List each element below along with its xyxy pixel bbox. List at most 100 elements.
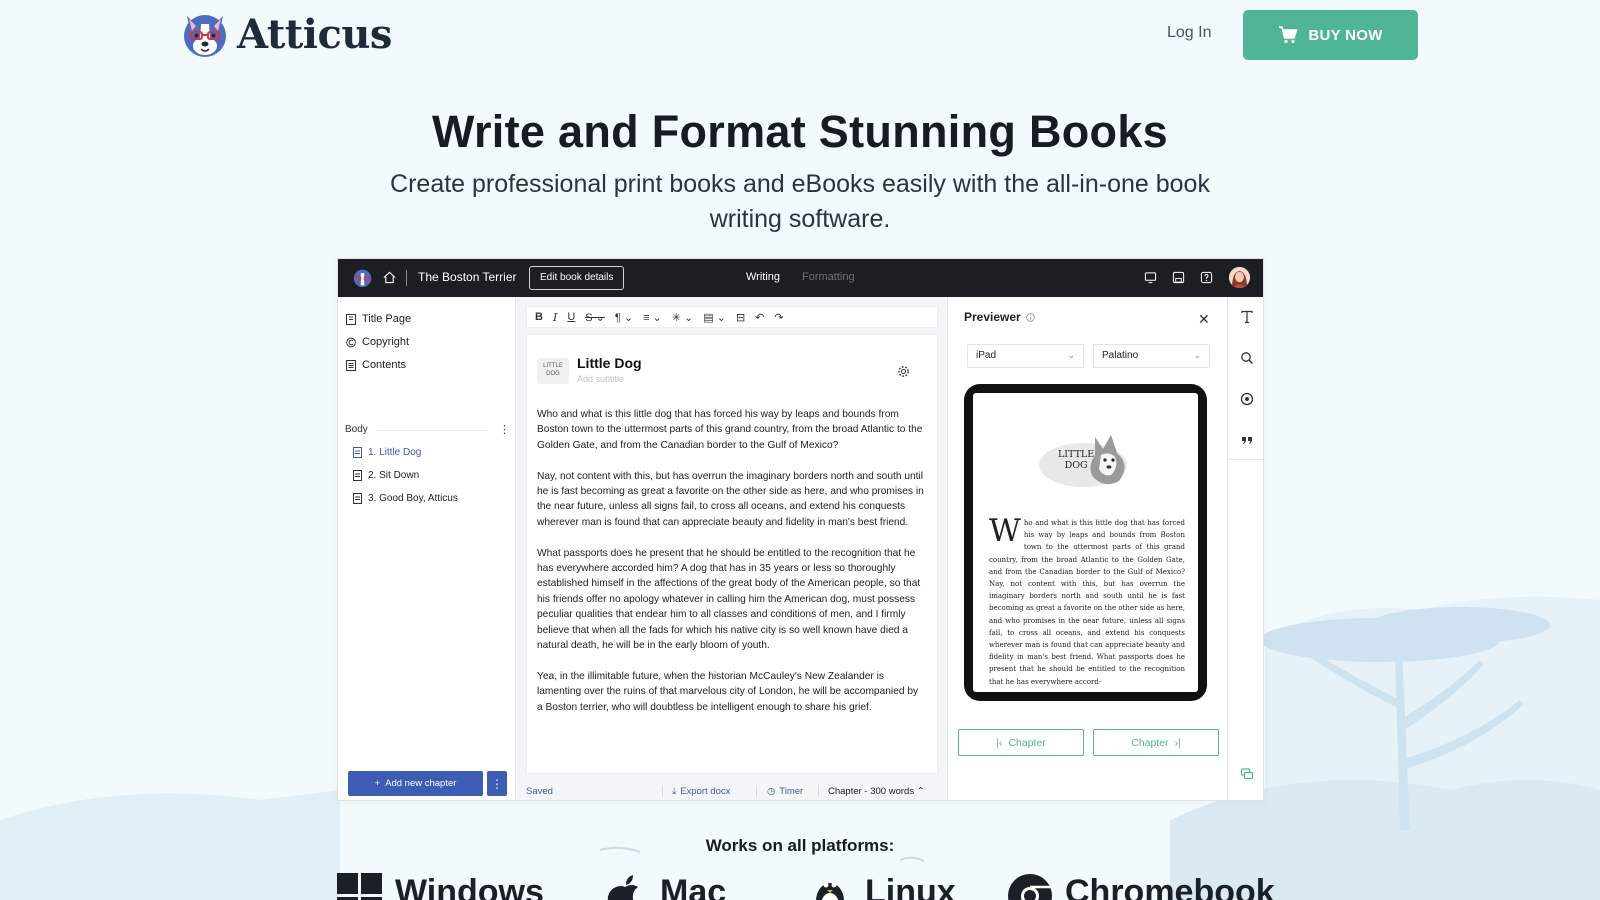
device-select[interactable]: iPad ⌄ [967, 344, 1084, 368]
paragraph: Who and what is this little dog that has… [537, 409, 923, 451]
quote-icon[interactable] [1240, 433, 1254, 447]
chat-icon[interactable] [1240, 767, 1254, 781]
subtitle-input[interactable]: Add subtitle [577, 374, 624, 384]
brand-name: Atticus [237, 10, 392, 58]
body-section-label: Body [345, 424, 368, 435]
chapter-image: LITTLE DOG [537, 358, 569, 384]
chapter-label: 1. Little Dog [368, 447, 422, 458]
chapter-item-3[interactable]: 3. Good Boy, Atticus [353, 493, 458, 504]
export-docx-button[interactable]: ⤓ Export docx [672, 786, 730, 797]
sidebar-item-copyright[interactable]: Copyright [346, 336, 409, 348]
linux-tux-icon [816, 882, 844, 900]
sync-icon[interactable] [1144, 271, 1157, 284]
chevron-right-icon: ›| [1174, 736, 1181, 749]
chapter-options-button[interactable]: ⋮ [487, 771, 507, 796]
paragraph: What passports does he present that he s… [537, 547, 921, 652]
format-toolbar: B I U S ⌄ ¶ ⌄ ≡ ⌄ ✳ ⌄ ▤ ⌄ ⊟ ↶ ↷ [526, 306, 938, 328]
tab-writing[interactable]: Writing [746, 271, 780, 283]
add-chapter-label: Add new chapter [385, 778, 457, 789]
add-new-chapter-button[interactable]: + Add new chapter [348, 771, 483, 796]
paragraph-icon[interactable]: ¶ ⌄ [615, 311, 633, 324]
saved-status: Saved [526, 785, 553, 797]
brand-logo[interactable]: Atticus [181, 10, 392, 58]
chapter-title[interactable]: Little Dog [577, 355, 642, 371]
editor-pane: B I U S ⌄ ¶ ⌄ ≡ ⌄ ✳ ⌄ ▤ ⌄ ⊟ ↶ ↷ LITTLE D… [516, 297, 946, 800]
sidebar-item-label: Contents [362, 359, 407, 371]
platform-mac: Mac [602, 873, 726, 900]
chapter-doc-icon [353, 447, 362, 458]
search-icon[interactable] [1240, 351, 1254, 365]
windows-logo-icon [337, 873, 382, 900]
copyright-icon [346, 337, 356, 347]
timer-button[interactable]: ◷ Timer [767, 786, 803, 797]
sidebar-item-label: Copyright [362, 336, 410, 348]
strikethrough-icon[interactable]: S ⌄ [585, 311, 605, 324]
gear-icon[interactable] [897, 365, 910, 378]
app-topbar: The Boston Terrier Edit book details Wri… [338, 259, 1263, 297]
ornament-icon[interactable]: ✳ ⌄ [672, 311, 694, 324]
preview-heading-line: LITTLE [1058, 449, 1095, 460]
platform-windows: Windows [337, 873, 544, 900]
platform-linux: Linux [807, 873, 956, 900]
timer-label: Timer [779, 785, 804, 797]
next-chapter-button[interactable]: Chapter ›| [1093, 729, 1219, 756]
chevron-down-icon: ⌄ [1067, 350, 1075, 360]
ipad-preview-screen[interactable]: LITTLE DOG W ho and what is this little … [973, 393, 1198, 692]
tab-formatting[interactable]: Formatting [802, 271, 855, 283]
edit-book-details-button[interactable]: Edit book details [529, 266, 625, 290]
app-logo-icon[interactable] [352, 267, 373, 288]
paragraph: Yea, in the illimitable future, when the… [537, 670, 919, 713]
font-value: Palatino [1102, 350, 1139, 361]
next-chapter-label: Chapter [1131, 736, 1169, 749]
chevron-down-icon: ⌄ [1193, 350, 1201, 360]
clock-icon: ◷ [767, 785, 776, 797]
save-icon[interactable] [1172, 271, 1185, 284]
word-count-label: Chapter - 300 words [828, 785, 915, 797]
chrome-logo-icon [1008, 874, 1052, 900]
chapter-item-2[interactable]: 2. Sit Down [353, 470, 419, 481]
chevron-up-icon: ⌃ [916, 785, 925, 797]
undo-icon[interactable]: ↶ [755, 311, 764, 324]
login-link[interactable]: Log In [1167, 24, 1211, 42]
theme-icon[interactable] [1240, 392, 1254, 406]
underline-icon[interactable]: U [567, 311, 575, 323]
home-icon[interactable] [383, 271, 396, 284]
platform-chromebook: Chromebook [1007, 873, 1275, 900]
help-icon[interactable] [1200, 271, 1213, 284]
ipad-device-frame: LITTLE DOG W ho and what is this little … [964, 384, 1207, 701]
user-avatar[interactable] [1229, 267, 1250, 288]
font-select[interactable]: Palatino ⌄ [1093, 344, 1210, 368]
bar-divider [406, 270, 407, 286]
previous-chapter-button[interactable]: |‹ Chapter [958, 729, 1084, 756]
image-icon[interactable]: ⊟ [736, 311, 745, 324]
italic-icon[interactable]: I [553, 311, 557, 324]
book-title: The Boston Terrier [418, 270, 517, 284]
chapter-item-1[interactable]: 1. Little Dog [353, 447, 421, 458]
info-icon[interactable] [1025, 312, 1035, 322]
chapter-doc-icon [353, 470, 362, 481]
body-more-icon[interactable]: ⋮ [499, 423, 510, 436]
previewer-panel: Previewer ✕ iPad ⌄ Palatino ⌄ LITTLE DOG… [947, 297, 1227, 800]
preview-chapter-heading: LITTLE DOG [1058, 449, 1094, 471]
buy-now-button[interactable]: BUY NOW [1243, 10, 1418, 60]
prev-chapter-label: Chapter [1008, 736, 1046, 749]
boston-terrier-logo-icon [184, 15, 226, 57]
sidebar-item-title-page[interactable]: Title Page [346, 313, 411, 325]
chapter-body[interactable]: Who and what is this little dog that has… [537, 407, 925, 730]
document-page[interactable]: LITTLE DOG Little Dog Add subtitle Who a… [526, 334, 938, 774]
status-bar: Saved ⤓ Export docx ◷ Timer Chapter - 300 … [516, 780, 946, 800]
bold-icon[interactable]: B [535, 311, 543, 323]
platform-label: Linux [865, 873, 956, 900]
align-icon[interactable]: ≡ ⌄ [643, 311, 662, 324]
top-navbar: Atticus Log In BUY NOW [0, 0, 1600, 70]
redo-icon[interactable]: ↷ [774, 311, 783, 324]
list-icon [346, 359, 356, 371]
paragraph: Nay, not content with this, but has over… [537, 470, 924, 528]
sidebar-item-contents[interactable]: Contents [346, 359, 406, 371]
text-style-icon[interactable] [1240, 310, 1254, 324]
close-icon[interactable]: ✕ [1198, 311, 1210, 328]
previewer-title: Previewer [964, 310, 1021, 324]
word-count-toggle[interactable]: Chapter - 300 words ⌃ [828, 786, 925, 797]
list-format-icon[interactable]: ▤ ⌄ [703, 311, 726, 324]
section-divider [378, 430, 488, 431]
